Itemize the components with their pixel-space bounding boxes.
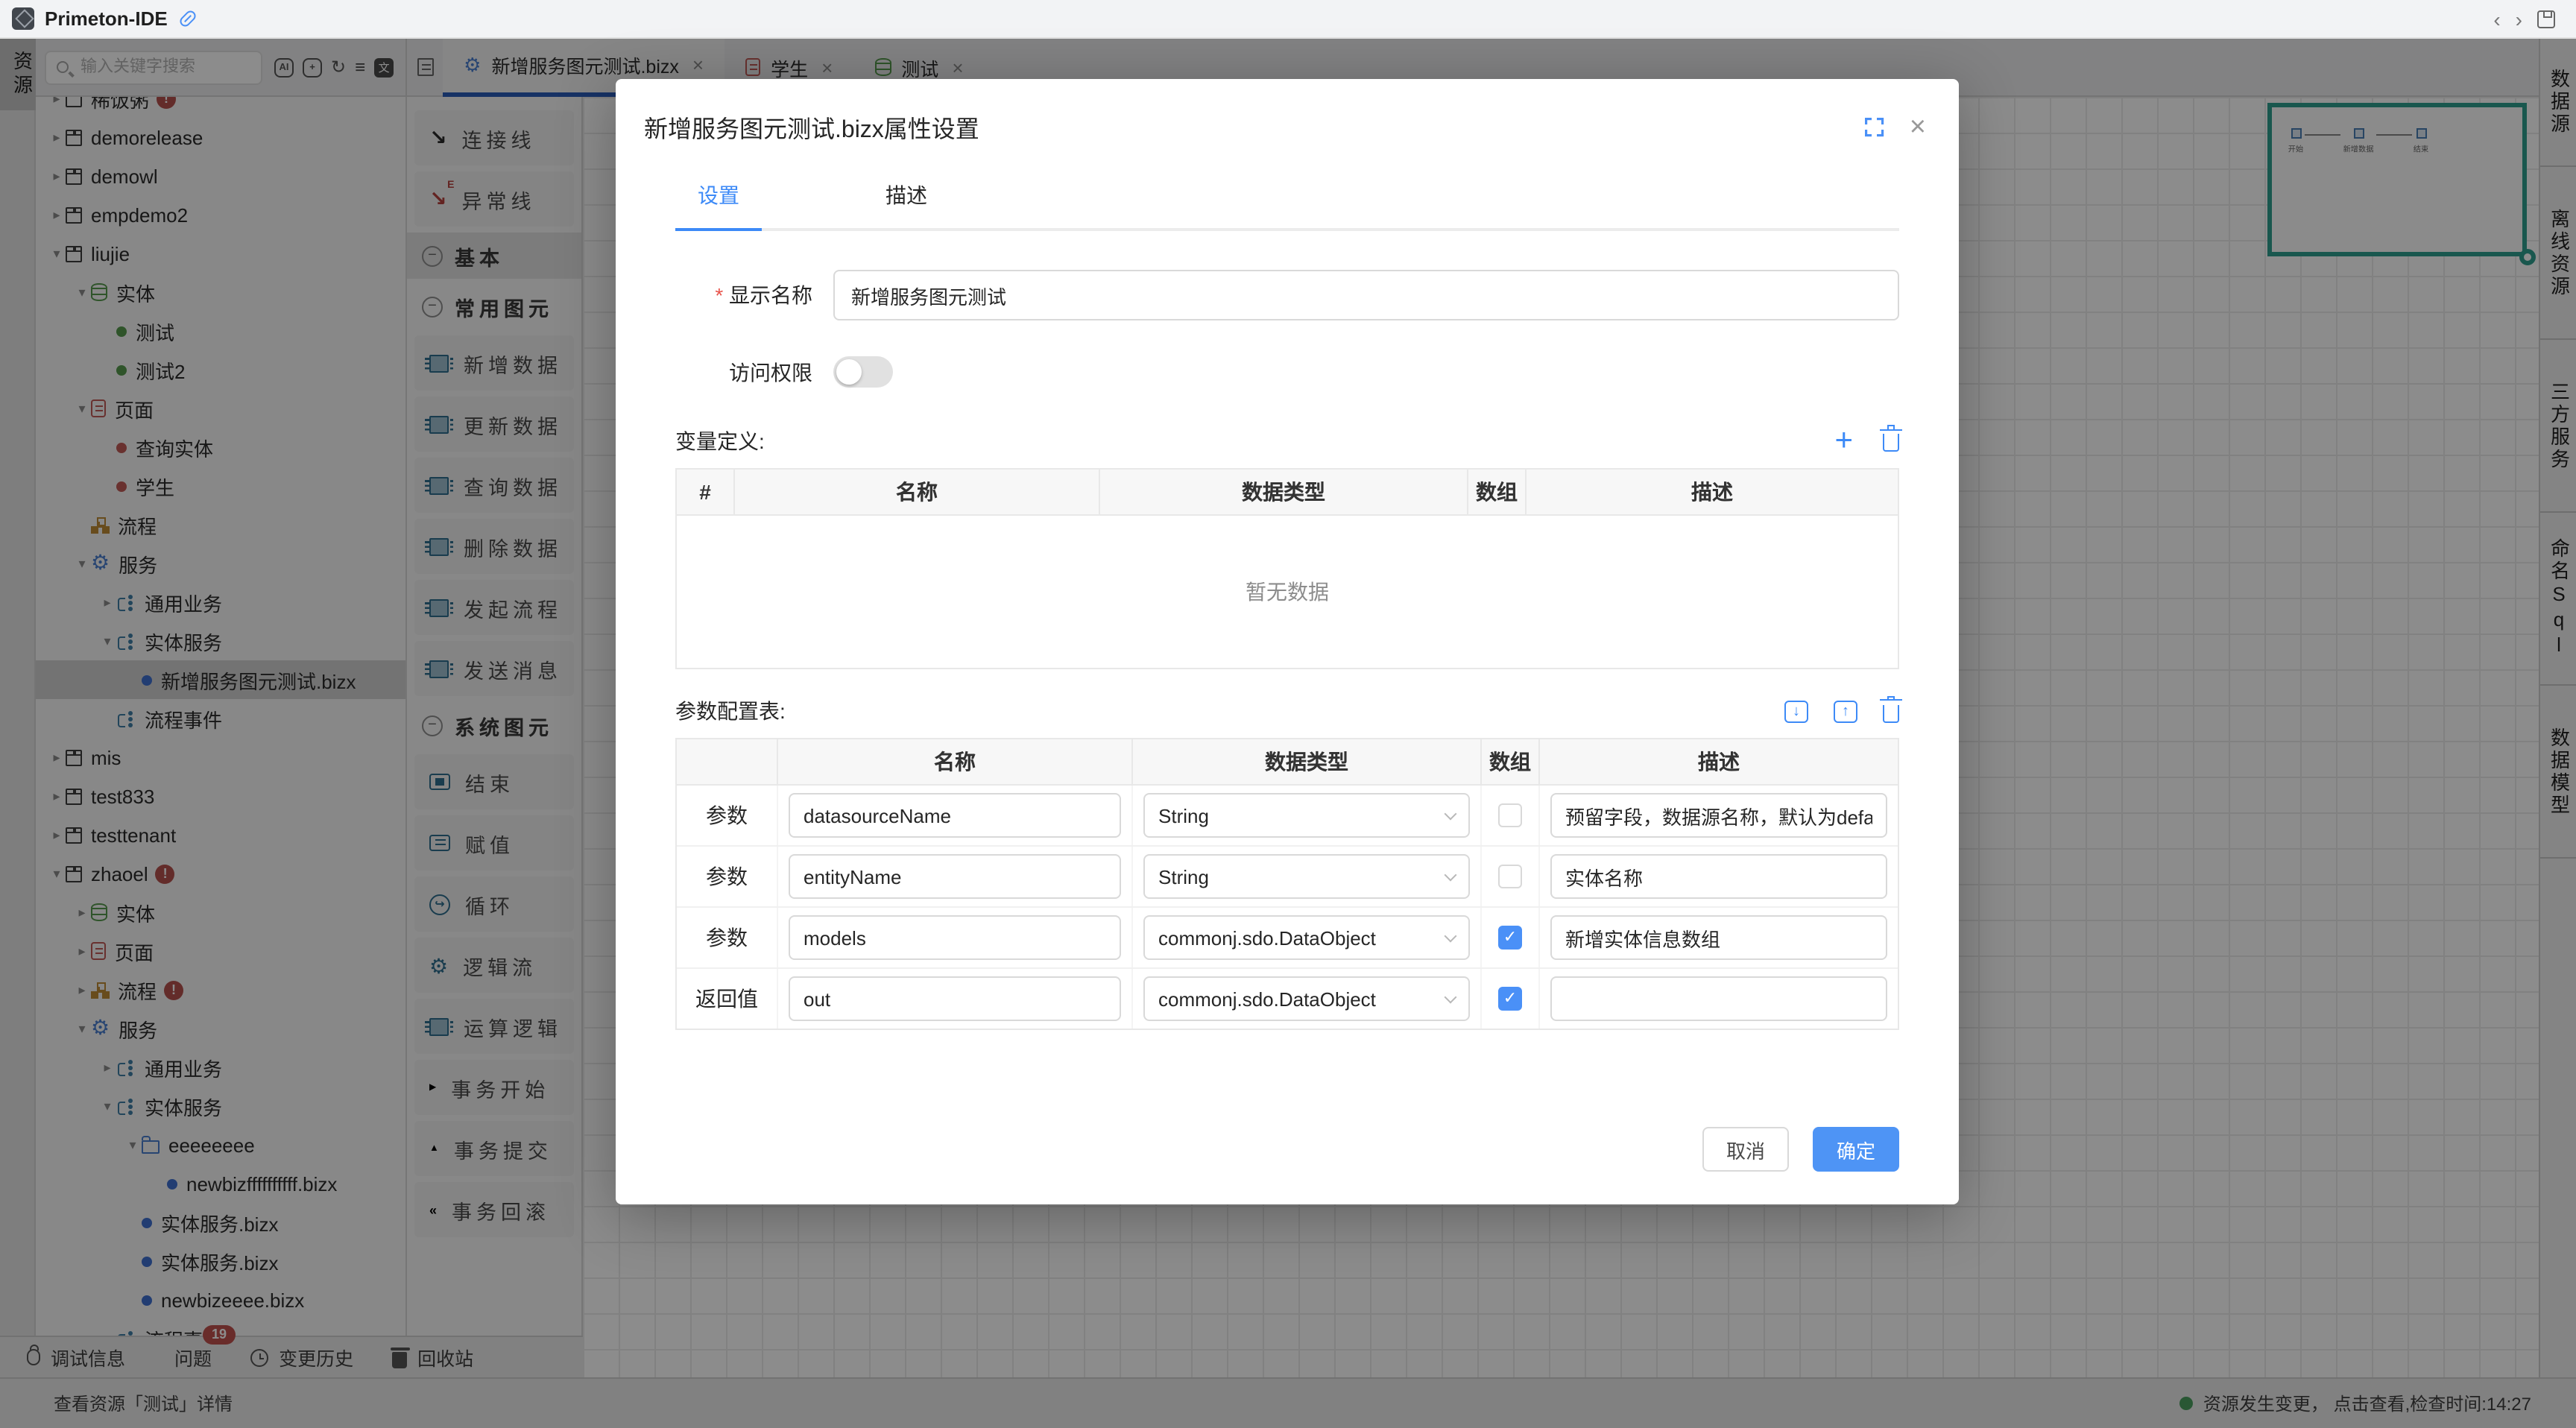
column-header: 描述 (1527, 470, 1898, 514)
app-title: Primeton-IDE (45, 7, 168, 30)
params-table: 名称数据类型数组描述 参数 String 参数 String 参数 commonj.sdo… (675, 738, 1899, 1030)
link-icon[interactable] (178, 9, 198, 29)
column-header: 名称 (735, 470, 1100, 514)
fullscreen-icon[interactable] (1865, 117, 1884, 136)
param-type-select[interactable]: String (1143, 793, 1470, 838)
column-header: 数组 (1482, 739, 1540, 784)
chevron-down-icon (1445, 991, 1457, 1003)
param-row: 返回值 commonj.sdo.DataObject ✓ (677, 967, 1898, 1029)
column-header: 名称 (778, 739, 1133, 784)
select-value: String (1158, 804, 1209, 827)
empty-state-text: 暂无数据 (1246, 577, 1329, 607)
param-row: 参数 String (677, 845, 1898, 906)
param-type-select[interactable]: commonj.sdo.DataObject (1143, 915, 1470, 960)
title-bar: Primeton-IDE ‹ › (0, 0, 2576, 39)
dialog-header: 新增服务图元测试.bizx属性设置 × (616, 79, 1959, 145)
param-name-input[interactable] (789, 976, 1121, 1021)
params-section-label: 参数配置表: (675, 696, 786, 726)
column-header: 数据类型 (1100, 470, 1468, 514)
chevron-down-icon (1445, 929, 1457, 942)
ok-button[interactable]: 确定 (1813, 1127, 1899, 1172)
param-kind-label: 参数 (677, 847, 778, 906)
column-header: 数据类型 (1133, 739, 1482, 784)
tab-underline (675, 228, 1899, 231)
cancel-button[interactable]: 取消 (1702, 1127, 1789, 1172)
column-header (677, 739, 778, 784)
delete-variable-icon[interactable] (1883, 435, 1899, 452)
array-checkbox[interactable]: ✓ (1498, 987, 1522, 1011)
param-type-select[interactable]: String (1143, 854, 1470, 899)
display-name-label: 显示名称 (675, 280, 812, 310)
import-params-icon[interactable]: ↓ (1784, 700, 1808, 722)
add-variable-icon[interactable]: + (1834, 429, 1853, 454)
nav-forward-icon[interactable]: › (2516, 8, 2522, 29)
select-value: commonj.sdo.DataObject (1158, 926, 1376, 949)
delete-param-icon[interactable] (1883, 704, 1899, 722)
display-name-input[interactable] (833, 270, 1899, 320)
param-desc-input[interactable] (1550, 793, 1887, 838)
dialog-title: 新增服务图元测试.bizx属性设置 (644, 109, 979, 145)
param-name-input[interactable] (789, 915, 1121, 960)
variables-section-label: 变量定义: (675, 426, 765, 456)
dialog-tabs: 设置 描述 (675, 180, 1899, 228)
array-checkbox[interactable] (1498, 865, 1522, 888)
param-row: 参数 String (677, 786, 1898, 845)
access-permission-label: 访问权限 (675, 357, 812, 387)
param-kind-label: 参数 (677, 786, 778, 845)
chevron-down-icon (1445, 868, 1457, 881)
dialog-tab-active[interactable]: 设置 (675, 180, 762, 210)
param-name-input[interactable] (789, 854, 1121, 899)
nav-back-icon[interactable]: ‹ (2493, 8, 2500, 29)
save-icon[interactable] (2537, 10, 2555, 28)
param-desc-input[interactable] (1550, 976, 1887, 1021)
param-kind-label: 参数 (677, 908, 778, 967)
param-desc-input[interactable] (1550, 854, 1887, 899)
select-value: commonj.sdo.DataObject (1158, 988, 1376, 1010)
properties-dialog: 新增服务图元测试.bizx属性设置 × 设置描述 显示名称 访问权限 变量定义:… (616, 79, 1959, 1204)
chevron-down-icon (1445, 807, 1457, 820)
variables-table: #名称数据类型数组描述 暂无数据 (675, 468, 1899, 669)
param-desc-input[interactable] (1550, 915, 1887, 960)
param-row: 参数 commonj.sdo.DataObject ✓ (677, 906, 1898, 967)
param-name-input[interactable] (789, 793, 1121, 838)
array-checkbox[interactable]: ✓ (1498, 926, 1522, 950)
column-header: # (677, 470, 735, 514)
array-checkbox[interactable] (1498, 803, 1522, 827)
app-logo-icon (12, 7, 34, 30)
param-type-select[interactable]: commonj.sdo.DataObject (1143, 976, 1470, 1021)
select-value: String (1158, 865, 1209, 888)
access-permission-toggle[interactable] (833, 356, 893, 388)
close-icon[interactable]: × (1910, 113, 1926, 141)
export-params-icon[interactable]: ↑ (1834, 700, 1857, 722)
column-header: 数组 (1468, 470, 1527, 514)
column-header: 描述 (1540, 739, 1898, 784)
dialog-tab-inactive[interactable]: 描述 (863, 180, 950, 210)
param-kind-label: 返回值 (677, 969, 778, 1029)
